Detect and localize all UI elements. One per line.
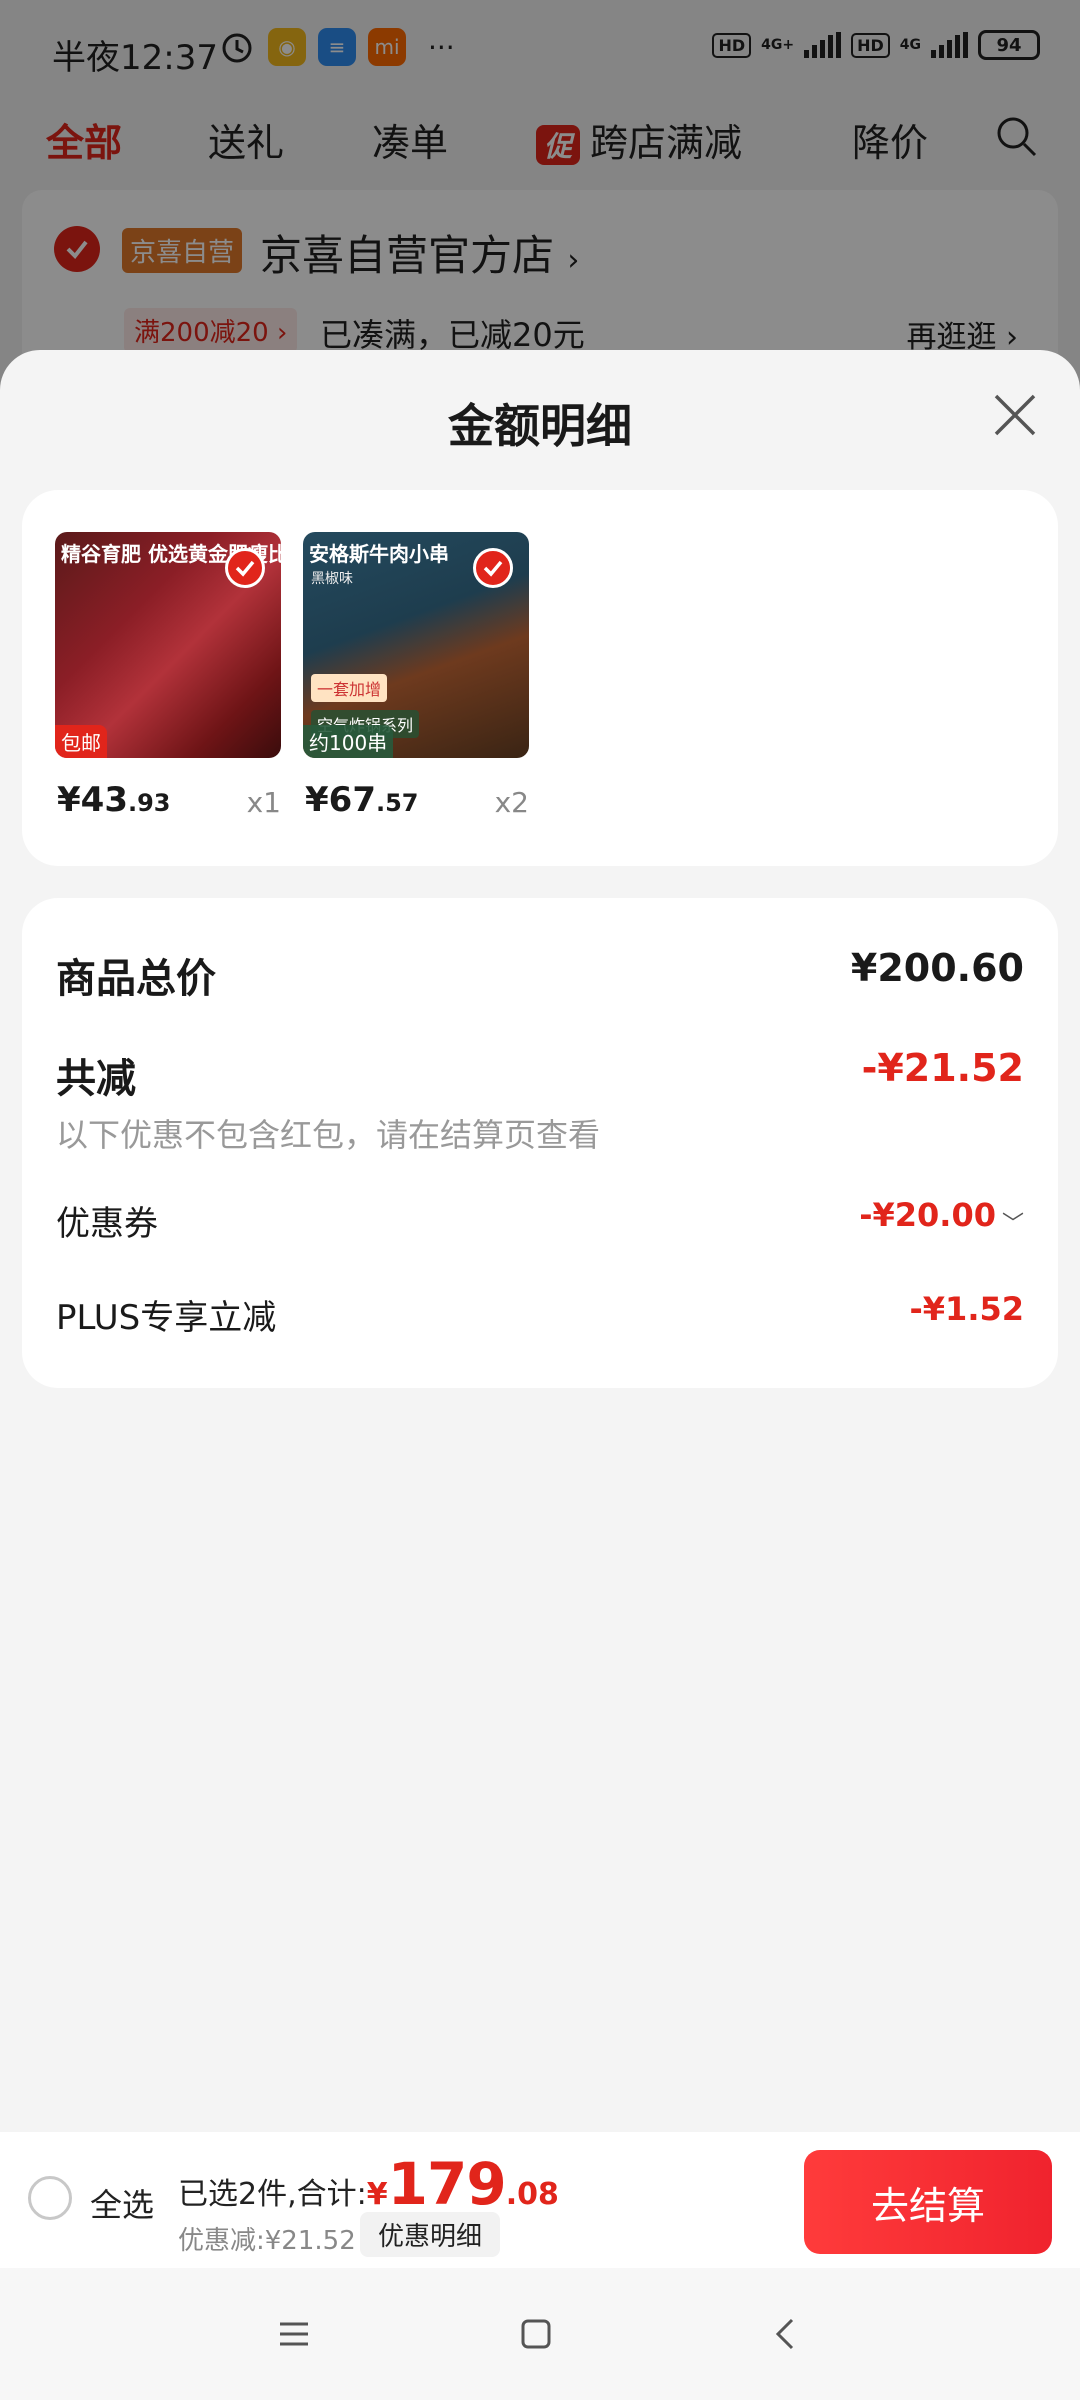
product-price-int: ¥43 — [57, 780, 128, 820]
coupon-label: 优惠券 — [56, 1204, 158, 1244]
product-price: ¥67.57 — [305, 780, 419, 820]
quantity-image-badge: 约100串 — [303, 725, 394, 758]
total-discount-label: 共减 — [56, 1056, 136, 1102]
discount-note: 以下优惠不包含红包，请在结算页查看 — [56, 1116, 601, 1154]
modal-overlay[interactable] — [0, 0, 1080, 400]
total-discount-row: 共减 -¥21.52 — [56, 1046, 1024, 1102]
product-item[interactable]: 精谷育肥 优选黄金肥瘦比 包邮 ¥43.93 x1 — [55, 532, 281, 820]
plus-discount-label: PLUS专享立减 — [56, 1298, 277, 1338]
total-decimal: .08 — [505, 2177, 559, 2212]
order-summary: 已选2件,合计:¥179.08 — [178, 2150, 559, 2218]
coupon-value: -¥20.00 — [859, 1196, 996, 1234]
product-item[interactable]: 安格斯牛肉小串 黑椒味 一套加增 空气炸锅系列 约100串 ¥67.57 x2 — [303, 532, 529, 820]
discount-summary: 优惠减:¥21.52 — [178, 2226, 356, 2256]
promo-image-badge: 一套加增 — [311, 674, 388, 702]
system-navigation-bar — [0, 2268, 1080, 2400]
total-discount-value: -¥21.52 — [861, 1046, 1024, 1090]
checkout-button[interactable]: 去结算 — [804, 2150, 1052, 2254]
coupon-value-wrap: -¥20.00 ﹀ — [859, 1196, 1024, 1238]
free-shipping-badge: 包邮 — [55, 725, 107, 758]
home-icon[interactable] — [514, 2312, 558, 2356]
select-all-label[interactable]: 全选 — [90, 2180, 154, 2226]
plus-discount-row: PLUS专享立减 -¥1.52 — [56, 1290, 1024, 1340]
product-price-dec: .93 — [127, 789, 171, 817]
coupon-row[interactable]: 优惠券 -¥20.00 ﹀ — [56, 1196, 1024, 1246]
product-image-subtitle: 黑椒味 — [311, 571, 353, 587]
discount-detail-button[interactable]: 优惠明细 — [360, 2212, 501, 2257]
check-icon — [235, 560, 255, 577]
product-image: 安格斯牛肉小串 黑椒味 一套加增 空气炸锅系列 约100串 — [303, 532, 529, 758]
total-integer: 179 — [387, 2150, 507, 2218]
total-price-value: ¥200.60 — [850, 946, 1024, 990]
menu-icon[interactable] — [272, 2312, 316, 2356]
product-quantity: x1 — [246, 786, 281, 819]
product-image-caption: 安格斯牛肉小串 — [309, 542, 449, 566]
product-selected-check — [473, 548, 513, 588]
plus-discount-value: -¥1.52 — [909, 1290, 1025, 1328]
products-card: 精谷育肥 优选黄金肥瘦比 包邮 ¥43.93 x1 安格斯牛肉小串 黑椒味 一套… — [22, 490, 1058, 866]
product-price-int: ¥67 — [305, 780, 376, 820]
total-currency: ¥ — [366, 2177, 388, 2212]
amount-detail-card: 商品总价 ¥200.60 共减 -¥21.52 以下优惠不包含红包，请在结算页查… — [22, 898, 1058, 1388]
product-price-dec: .57 — [375, 789, 419, 817]
select-all-radio[interactable] — [28, 2176, 72, 2220]
sheet-title: 金额明细 — [448, 399, 632, 453]
check-icon — [483, 560, 503, 577]
total-price-label: 商品总价 — [56, 956, 216, 1002]
back-icon[interactable] — [764, 2312, 808, 2356]
amount-detail-sheet: 金额明细 精谷育肥 优选黄金肥瘦比 包邮 ¥43.93 x1 安格斯牛肉小串 黑… — [0, 350, 1080, 2130]
product-selected-check — [225, 548, 265, 588]
product-image: 精谷育肥 优选黄金肥瘦比 包邮 — [55, 532, 281, 758]
total-price-row: 商品总价 ¥200.60 — [56, 946, 1024, 1002]
product-quantity: x2 — [494, 786, 529, 819]
selected-count-text: 已选2件,合计: — [178, 2177, 367, 2212]
checkout-bar: 全选 已选2件,合计:¥179.08 优惠减:¥21.52 优惠明细 去结算 — [0, 2132, 1080, 2268]
chevron-down-icon: ﹀ — [1001, 1211, 1024, 1237]
close-icon[interactable] — [990, 390, 1040, 440]
product-price: ¥43.93 — [57, 780, 171, 820]
